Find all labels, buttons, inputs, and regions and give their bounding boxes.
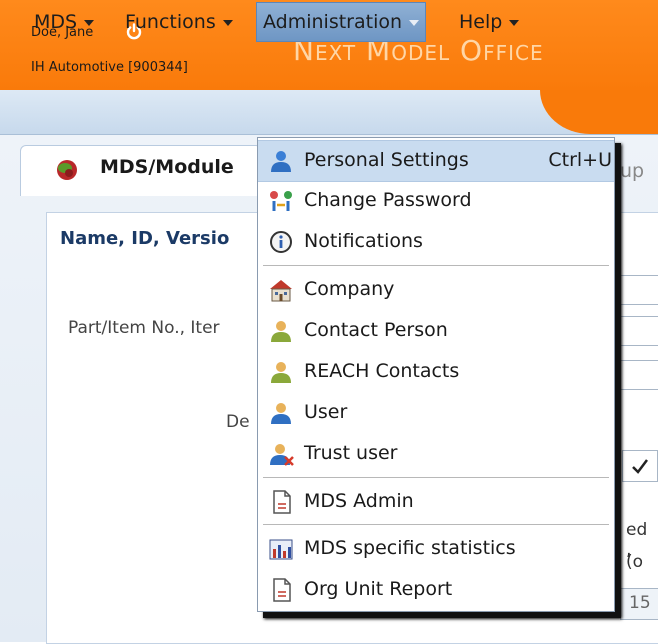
checkmark-icon xyxy=(632,459,648,474)
chevron-down-icon xyxy=(509,19,520,26)
company-label: Company xyxy=(304,278,395,300)
menu-item-trust-user[interactable]: Trust user xyxy=(258,434,614,474)
chevron-down-icon xyxy=(84,19,95,26)
menu-administration-label: Administration xyxy=(263,11,403,33)
menu-administration[interactable]: Administration xyxy=(256,2,427,42)
chevron-down-icon xyxy=(222,19,233,26)
change-password-label: Change Password xyxy=(304,189,472,211)
description-label: De xyxy=(226,412,250,432)
trust-user-icon xyxy=(270,444,294,466)
section-title: Name, ID, Versio xyxy=(60,228,230,249)
user-icon xyxy=(271,403,291,424)
mds-admin-label: MDS Admin xyxy=(304,490,414,512)
background-input-4: 15 xyxy=(620,588,658,620)
menu-item-personal-settings[interactable]: Personal Settings Ctrl+U xyxy=(258,140,614,182)
company-building-icon xyxy=(270,280,292,302)
tab-partial-text: up xyxy=(620,160,645,182)
mds-specific-statistics-label: MDS specific statistics xyxy=(304,537,516,559)
notifications-label: Notifications xyxy=(304,230,423,252)
partial-text-3: 15 xyxy=(629,593,651,613)
reach-contacts-icon xyxy=(271,362,291,383)
background-checkbox[interactable] xyxy=(622,450,658,482)
menu-item-mds-specific-statistics[interactable]: MDS specific statistics xyxy=(258,529,614,569)
background-input-3[interactable] xyxy=(620,360,658,390)
menu-item-change-password[interactable]: Change Password xyxy=(258,181,614,221)
trust-user-label: Trust user xyxy=(304,442,398,464)
document-icon xyxy=(273,490,291,514)
personal-settings-shortcut: Ctrl+U xyxy=(548,149,612,171)
user-label: User xyxy=(304,401,348,423)
menu-separator xyxy=(263,265,609,266)
chevron-down-icon xyxy=(409,19,420,26)
personal-settings-label: Personal Settings xyxy=(304,149,469,171)
org-unit-report-label: Org Unit Report xyxy=(304,578,453,600)
administration-dropdown: Personal Settings Ctrl+U Change Password… xyxy=(257,137,615,612)
menu-functions-label: Functions xyxy=(125,11,216,33)
menu-item-contact-person[interactable]: Contact Person xyxy=(258,311,614,351)
contact-person-label: Contact Person xyxy=(304,319,448,341)
menu-separator xyxy=(263,524,609,525)
menu-functions[interactable]: Functions xyxy=(119,0,239,44)
menu-mds[interactable]: MDS xyxy=(28,0,100,44)
background-input-1[interactable] xyxy=(620,275,658,305)
menu-item-mds-admin[interactable]: MDS Admin xyxy=(258,482,614,522)
menu-item-user[interactable]: User xyxy=(258,393,614,433)
menu-mds-label: MDS xyxy=(34,11,78,33)
menu-item-notifications[interactable]: Notifications xyxy=(258,222,614,262)
statistics-chart-icon xyxy=(269,539,293,560)
tab-label: MDS/Module xyxy=(100,156,234,178)
info-icon xyxy=(270,231,292,253)
menu-separator xyxy=(263,477,609,478)
part-item-label: Part/Item No., Iter xyxy=(68,318,220,338)
menu-item-company[interactable]: Company xyxy=(258,270,614,310)
mds-module-icon xyxy=(57,160,77,180)
reach-contacts-label: REACH Contacts xyxy=(304,360,460,382)
person-blue-icon xyxy=(271,151,291,172)
partial-text-2: (o xyxy=(626,552,644,572)
change-password-icon xyxy=(270,191,292,211)
background-input-2[interactable] xyxy=(620,316,658,346)
menu-help[interactable]: Help xyxy=(453,0,525,44)
menu-help-label: Help xyxy=(459,11,503,33)
report-document-icon xyxy=(273,578,291,602)
menu-item-reach-contacts[interactable]: REACH Contacts xyxy=(258,352,614,392)
menu-item-org-unit-report[interactable]: Org Unit Report xyxy=(258,570,614,610)
contact-person-icon xyxy=(271,321,291,342)
company-label: IH Automotive [900344] xyxy=(31,60,188,75)
